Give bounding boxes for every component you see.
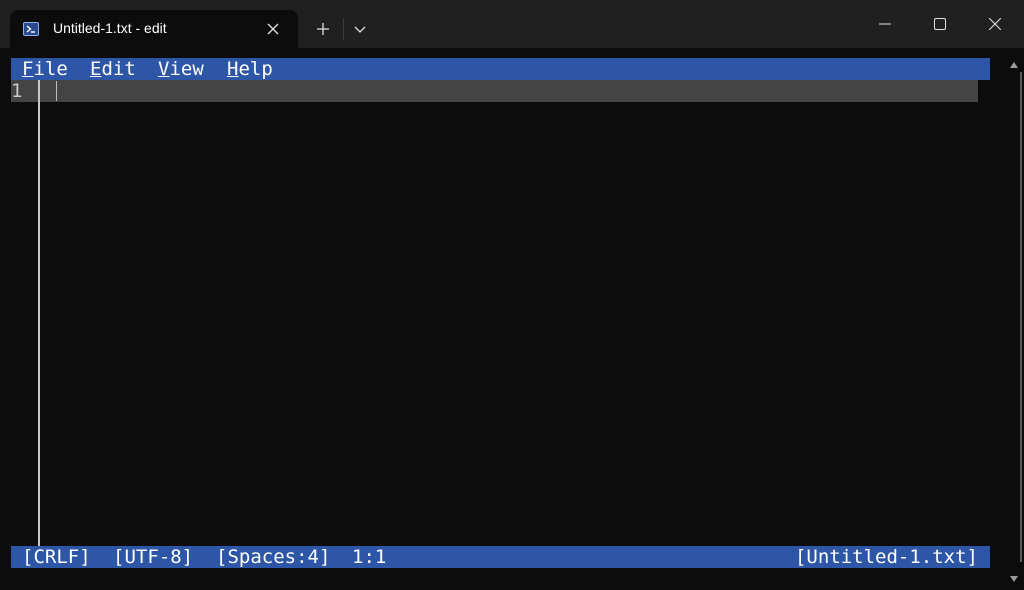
close-tab-icon[interactable] [264,20,282,38]
vertical-scrollbar[interactable] [1020,72,1022,562]
chevron-down-icon[interactable] [349,18,371,40]
line-ending-status[interactable]: [CRLF] [22,546,91,568]
menu-help[interactable]: Help [227,58,273,80]
close-icon [989,18,1001,30]
tab-title: Untitled-1.txt - edit [53,20,167,36]
menu-view[interactable]: View [158,58,204,80]
close-window-button[interactable] [967,0,1023,48]
menu-bar: File Edit View Help [11,58,990,80]
menu-help-accelerator: H [227,58,239,80]
maximize-button[interactable] [912,0,968,48]
terminal-tab[interactable]: Untitled-1.txt - edit [10,10,298,48]
menu-edit-label: dit [101,58,136,80]
scroll-up-arrow-icon[interactable] [1008,56,1020,68]
terminal-icon [23,21,39,37]
filename-status[interactable]: [Untitled-1.txt] [795,546,978,568]
menu-file-label: ile [33,58,68,80]
text-caret [56,81,57,101]
new-tab-button[interactable] [307,14,339,44]
window-titlebar[interactable]: Untitled-1.txt - edit [0,0,1024,48]
menu-view-accelerator: V [158,58,170,80]
status-bar: [CRLF] [UTF-8] [Spaces:4] 1:1 [Untitled-… [11,546,990,568]
current-line-highlight [11,80,978,102]
menu-edit-accelerator: E [90,58,102,80]
tab-separator [343,18,344,40]
encoding-status[interactable]: [UTF-8] [113,546,193,568]
minimize-button[interactable] [857,0,913,48]
menu-file[interactable]: File [22,58,68,80]
menu-edit[interactable]: Edit [90,58,136,80]
indentation-status[interactable]: [Spaces:4] [216,546,330,568]
menu-help-label: elp [238,58,273,80]
gutter-divider [38,80,40,546]
maximize-icon [934,18,946,30]
line-number: 1 [11,80,23,102]
cursor-position-status[interactable]: 1:1 [352,546,386,568]
menu-view-label: iew [169,58,204,80]
minimize-icon [879,23,891,25]
scroll-down-arrow-icon[interactable] [1008,570,1020,582]
menu-file-accelerator: F [22,58,34,80]
